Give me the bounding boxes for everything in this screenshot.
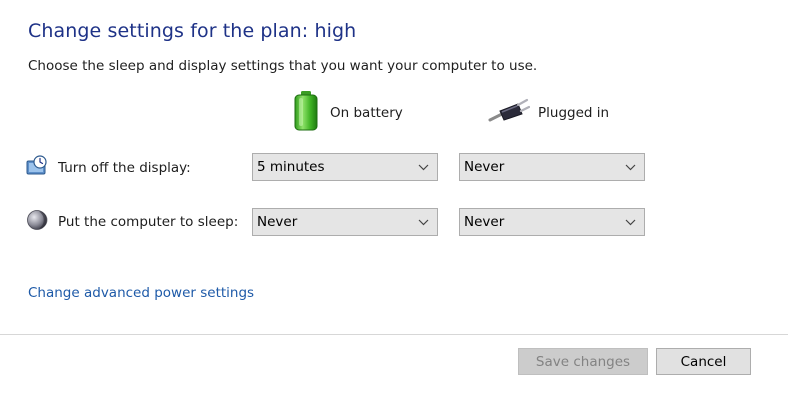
- column-header-on-battery: On battery: [290, 90, 403, 136]
- row-turn-off-display: Turn off the display:: [26, 153, 191, 183]
- display-off-on-battery-dropdown[interactable]: 5 minutes: [252, 153, 438, 181]
- dropdown-value: Never: [464, 159, 505, 175]
- sleep-plugged-in-dropdown[interactable]: Never: [459, 208, 645, 236]
- sleep-moon-icon: [26, 209, 48, 235]
- row-put-computer-to-sleep: Put the computer to sleep:: [26, 207, 238, 237]
- battery-icon: [290, 90, 322, 136]
- display-clock-icon: [26, 155, 48, 181]
- sleep-on-battery-dropdown[interactable]: Never: [252, 208, 438, 236]
- chevron-down-icon: [418, 154, 429, 180]
- column-header-plugged-in: Plugged in: [488, 92, 609, 134]
- chevron-down-icon: [418, 209, 429, 235]
- page-title: Change settings for the plan: high: [28, 20, 357, 42]
- page-subtitle: Choose the sleep and display settings th…: [28, 58, 538, 74]
- advanced-power-settings-link[interactable]: Change advanced power settings: [28, 285, 254, 301]
- column-label-plugged-in: Plugged in: [538, 105, 610, 121]
- display-off-plugged-in-dropdown[interactable]: Never: [459, 153, 645, 181]
- column-label-on-battery: On battery: [330, 105, 403, 121]
- dropdown-value: Never: [257, 214, 298, 230]
- row-label-turn-off-display: Turn off the display:: [58, 160, 191, 176]
- footer-divider: [0, 334, 788, 335]
- dropdown-value: 5 minutes: [257, 159, 325, 175]
- chevron-down-icon: [625, 209, 636, 235]
- save-changes-button[interactable]: Save changes: [518, 348, 648, 375]
- cancel-button[interactable]: Cancel: [656, 348, 751, 375]
- dropdown-value: Never: [464, 214, 505, 230]
- power-plug-icon: [488, 96, 531, 130]
- power-plan-settings-page: Change settings for the plan: high Choos…: [0, 0, 788, 405]
- row-label-put-computer-to-sleep: Put the computer to sleep:: [58, 214, 239, 230]
- chevron-down-icon: [625, 154, 636, 180]
